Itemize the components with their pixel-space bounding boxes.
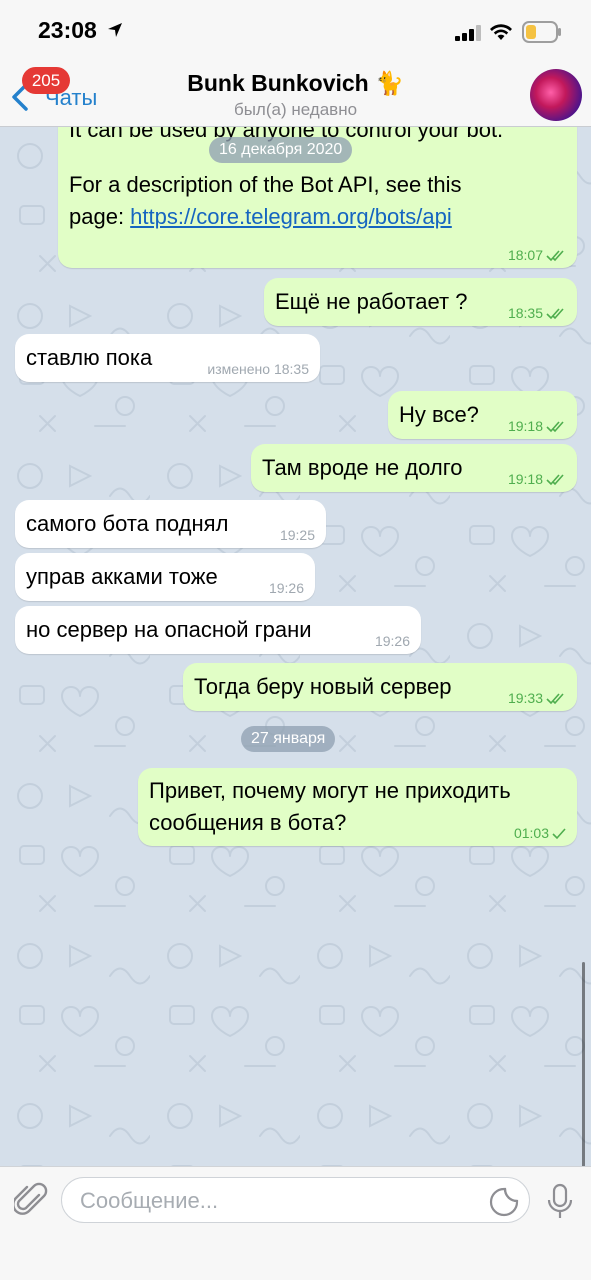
message-meta: 19:18 — [508, 471, 566, 487]
chat-status: был(а) недавно — [233, 100, 358, 119]
message-text: сообщения в бота? — [149, 810, 347, 835]
microphone-icon[interactable] — [546, 1183, 574, 1221]
double-check-icon — [546, 308, 564, 320]
wifi-icon — [490, 24, 512, 40]
location-arrow-icon — [108, 23, 122, 37]
double-check-icon — [546, 421, 564, 433]
message-bubble-incoming[interactable]: самого бота поднял 19:25 — [15, 500, 326, 548]
status-bar: 23:08 — [0, 0, 591, 62]
signal-icon — [455, 25, 481, 41]
message-text: управ акками тоже — [26, 564, 218, 589]
message-placeholder: Сообщение... — [80, 1188, 219, 1213]
message-bubble-incoming[interactable]: управ акками тоже 19:26 — [15, 553, 315, 601]
message-bubble-outgoing[interactable]: Привет, почему могут не приходить сообще… — [138, 768, 577, 846]
message-bubble-incoming[interactable]: но сервер на опасной грани 19:26 — [15, 606, 421, 654]
avatar[interactable] — [530, 69, 582, 121]
message-bubble-outgoing[interactable]: Ну все? 19:18 — [388, 391, 577, 439]
message-meta: 01:03 — [514, 825, 566, 841]
message-meta: 18:35 — [508, 305, 566, 321]
message-text: самого бота поднял — [26, 511, 229, 536]
chat-header: Чаты 205 Bunk Bunkovich 🐈 был(а) недавно — [0, 62, 591, 127]
message-time: 01:03 — [513, 825, 549, 841]
message-bubble-incoming[interactable]: ставлю пока изменено 18:35 — [15, 334, 320, 382]
message-time: 18:07 — [507, 247, 543, 263]
message-bubble-outgoing[interactable]: Там вроде не долго 19:18 — [251, 444, 577, 492]
sticker-icon[interactable] — [489, 1187, 519, 1217]
double-check-icon — [546, 474, 564, 486]
message-text: Привет, почему могут не приходить — [149, 778, 511, 803]
message-time: 19:18 — [507, 418, 543, 434]
attach-icon[interactable] — [14, 1181, 48, 1219]
chat-area[interactable]: It can be used by anyone to control your… — [0, 126, 591, 1166]
date-separator: 16 декабря 2020 — [209, 137, 353, 163]
message-text: page: — [69, 204, 131, 229]
message-time: 19:33 — [507, 690, 543, 706]
double-check-icon — [546, 693, 564, 705]
message-text: Там вроде не долго — [262, 455, 463, 480]
message-time: 18:35 — [507, 305, 543, 321]
bot-api-link[interactable]: https://core.telegram.org/bots/api — [130, 204, 452, 229]
chat-title: Bunk Bunkovich 🐈 — [187, 70, 404, 96]
message-time: 19:18 — [507, 471, 543, 487]
message-text: For a description of the Bot API, see th… — [69, 172, 462, 197]
double-check-icon — [546, 250, 564, 262]
date-separator: 27 января — [241, 726, 336, 752]
message-bubble-outgoing[interactable]: Ещё не работает ? 18:35 — [264, 278, 577, 326]
message-time: 19:25 — [279, 527, 315, 543]
message-text: ставлю пока — [26, 345, 153, 370]
message-text: Ещё не работает ? — [275, 289, 468, 314]
message-text-line: page: https://core.telegram.org/bots/api — [69, 201, 452, 233]
message-meta: 19:33 — [508, 690, 566, 706]
message-input-bar: Сообщение... — [0, 1166, 591, 1280]
message-time: 19:26 — [268, 580, 304, 596]
message-text: Тогда беру новый сервер — [194, 674, 452, 699]
battery-icon — [522, 21, 561, 43]
single-check-icon — [552, 828, 566, 840]
message-bubble-outgoing[interactable]: Тогда беру новый сервер 19:33 — [183, 663, 577, 711]
message-meta: 19:18 — [508, 418, 566, 434]
message-time: 19:26 — [374, 633, 410, 649]
status-time: 23:08 — [38, 17, 97, 43]
scrollbar[interactable] — [582, 962, 585, 1166]
message-input[interactable]: Сообщение... — [61, 1177, 530, 1223]
message-text: Ну все? — [399, 402, 479, 427]
message-meta: 18:07 — [508, 247, 566, 263]
message-text: но сервер на опасной грани — [26, 617, 312, 642]
message-time: изменено 18:35 — [207, 361, 309, 377]
